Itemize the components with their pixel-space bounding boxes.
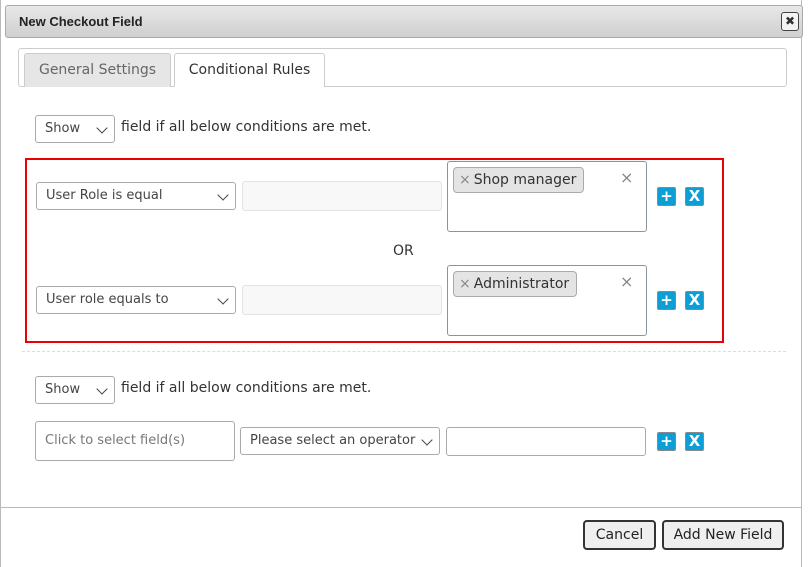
close-icon[interactable]: ✖	[781, 12, 799, 31]
add-condition-button[interactable]: +	[657, 291, 676, 310]
rule-multiselect[interactable]: × Administrator ×	[447, 265, 647, 336]
chip-label: Administrator	[473, 276, 570, 292]
cancel-button[interactable]: Cancel	[583, 520, 656, 550]
rule-value-input[interactable]	[242, 285, 442, 315]
dialog-title: New Checkout Field	[19, 14, 143, 29]
group-divider	[22, 351, 786, 352]
select-value: Show	[45, 382, 81, 397]
condition-label-1: field if all below conditions are met.	[121, 119, 372, 135]
show-hide-select-1[interactable]: Show	[35, 115, 115, 143]
remove-chip-icon[interactable]: ×	[459, 172, 471, 188]
select-value: Show	[45, 121, 81, 136]
remove-chip-icon[interactable]: ×	[459, 276, 471, 292]
tab-conditional-rules[interactable]: Conditional Rules	[174, 53, 325, 87]
select-value: User Role is equal	[46, 188, 163, 203]
chevron-down-icon	[217, 293, 229, 305]
tab-general-settings[interactable]: General Settings	[24, 53, 171, 87]
selected-chip: × Shop manager	[453, 167, 585, 193]
chevron-down-icon	[96, 383, 108, 395]
rule-field-select[interactable]: User Role is equal	[36, 182, 236, 210]
rule-multiselect[interactable]: × Shop manager ×	[447, 161, 647, 232]
condition-label-2: field if all below conditions are met.	[121, 380, 372, 396]
show-hide-select-2[interactable]: Show	[35, 376, 115, 404]
footer-divider	[0, 507, 801, 508]
selected-chip: × Administrator	[453, 271, 578, 297]
select-value: Please select an operator	[250, 433, 416, 448]
clear-icon[interactable]: ×	[620, 168, 633, 187]
operator-select[interactable]: Please select an operator	[240, 427, 440, 455]
select-value: User role equals to	[46, 292, 169, 307]
clear-icon[interactable]: ×	[620, 272, 633, 291]
or-separator: OR	[393, 243, 414, 259]
dialog-titlebar: New Checkout Field ✖	[5, 5, 803, 38]
rule-value-input[interactable]	[446, 427, 646, 456]
add-condition-button[interactable]: +	[657, 432, 676, 451]
tab-bar: General Settings Conditional Rules	[18, 48, 787, 87]
placeholder: Click to select field(s)	[45, 433, 186, 448]
remove-condition-button[interactable]: X	[685, 291, 704, 310]
remove-condition-button[interactable]: X	[685, 187, 704, 206]
rule-value-input[interactable]	[242, 181, 442, 211]
chevron-down-icon	[421, 434, 433, 446]
rule-field-select[interactable]: User role equals to	[36, 286, 236, 314]
add-new-field-button[interactable]: Add New Field	[662, 520, 784, 550]
remove-condition-button[interactable]: X	[685, 432, 704, 451]
chevron-down-icon	[96, 122, 108, 134]
add-condition-button[interactable]: +	[657, 187, 676, 206]
field-select-input[interactable]: Click to select field(s)	[35, 421, 235, 461]
chevron-down-icon	[217, 189, 229, 201]
chip-label: Shop manager	[473, 172, 577, 188]
